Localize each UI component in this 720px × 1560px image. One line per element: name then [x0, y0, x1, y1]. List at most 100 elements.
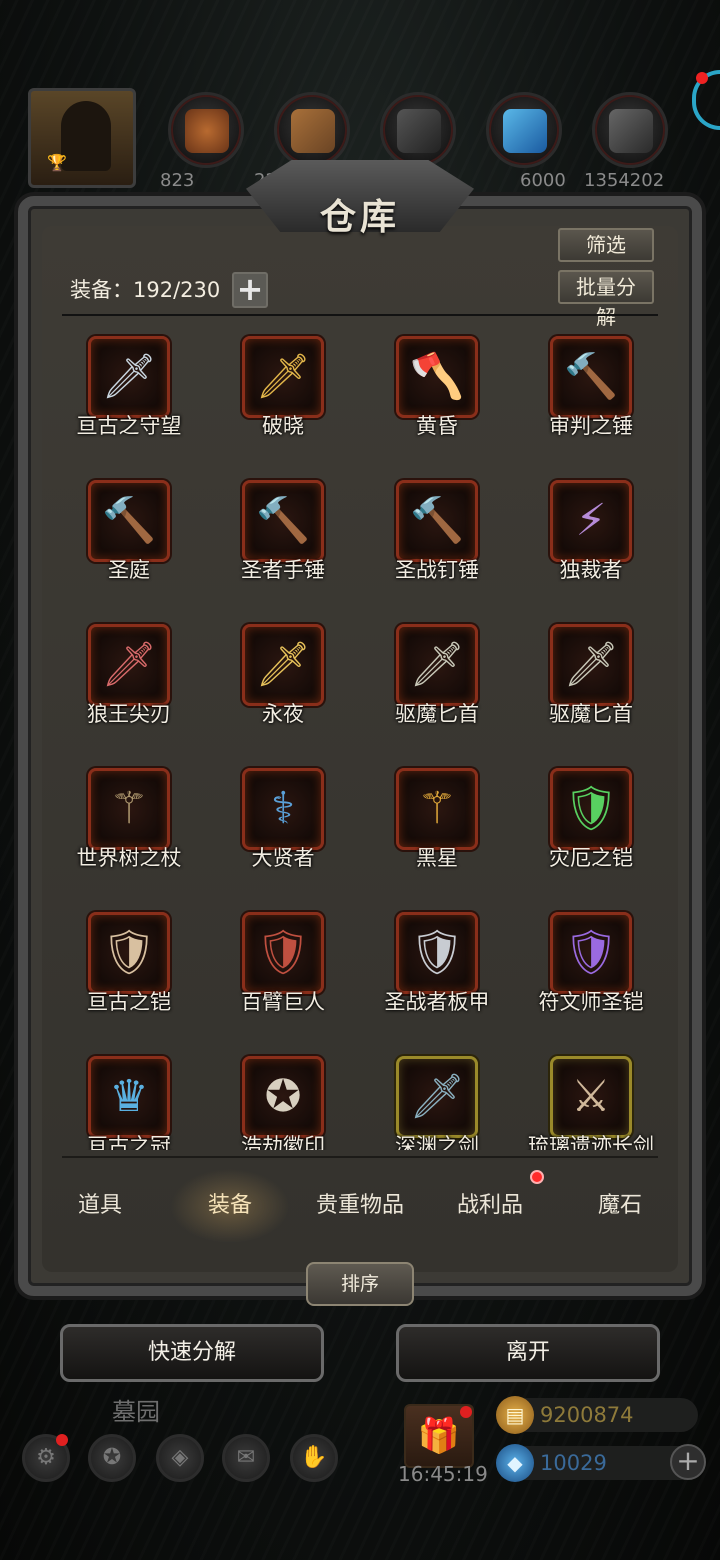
hammer-icon: 🔨	[563, 351, 619, 402]
equipment-item[interactable]: 🗡 驱魔匕首	[514, 618, 668, 762]
tab-4[interactable]: 魔石	[556, 1166, 684, 1246]
handshake-icon[interactable]: ✋	[290, 1434, 338, 1482]
item-name: 亘古之冠	[87, 1134, 171, 1150]
equipment-item[interactable]: 🛡 符文师圣铠	[514, 906, 668, 1050]
item-slot: ✪	[242, 1056, 324, 1138]
notification-dot	[56, 1434, 68, 1446]
equipment-item[interactable]: 🔨 圣庭	[52, 474, 206, 618]
wood-icon	[291, 109, 335, 153]
item-name: 黑星	[416, 846, 458, 870]
item-name: 百臂巨人	[241, 990, 325, 1014]
hammer-icon: 🔨	[101, 495, 157, 546]
sort-button[interactable]: 排序	[306, 1262, 414, 1306]
dagger-icon: 🗡	[255, 639, 311, 690]
equipment-item[interactable]: 🔨 圣者手锤	[206, 474, 360, 618]
equipment-item[interactable]: 🔨 审判之锤	[514, 330, 668, 474]
equipment-item[interactable]: ⚚ 世界树之杖	[52, 762, 206, 906]
equipment-item[interactable]: 🛡 灾厄之铠	[514, 762, 668, 906]
filter-button[interactable]: 筛选	[558, 228, 654, 262]
item-slot: 🛡	[550, 912, 632, 994]
tab-0[interactable]: 道具	[36, 1166, 164, 1246]
item-slot: ⚡	[550, 480, 632, 562]
armor-icon: 🛡	[255, 927, 311, 978]
equipment-item[interactable]: 🗡 驱魔匕首	[360, 618, 514, 762]
item-name: 圣战者板甲	[384, 990, 490, 1014]
gem-amount: 10029	[540, 1451, 607, 1475]
equipment-item[interactable]: ✪ 浩劫徽印	[206, 1050, 360, 1150]
item-name: 圣者手锤	[241, 558, 325, 582]
resource-orb-wood[interactable]	[274, 92, 350, 168]
item-slot: 🔨	[242, 480, 324, 562]
equipment-item[interactable]: ♛ 亘古之冠	[52, 1050, 206, 1150]
item-name: 审判之锤	[549, 414, 633, 438]
equipment-item[interactable]: 🗡 永夜	[206, 618, 360, 762]
category-tabs: 道具 装备 贵重物品 战利品 魔石	[36, 1166, 684, 1246]
equipment-item[interactable]: 🛡 百臂巨人	[206, 906, 360, 1050]
item-slot: ⚚	[88, 768, 170, 850]
iron-icon	[397, 109, 441, 153]
staff-icon: ⚚	[109, 783, 149, 834]
gold-coin-icon: ▤	[496, 1396, 534, 1434]
resource-orb-stone[interactable]	[592, 92, 668, 168]
badge-icon[interactable]: ✪	[88, 1434, 136, 1482]
equipment-item[interactable]: 🗡 狼王尖刃	[52, 618, 206, 762]
equipment-item[interactable]: ⚡ 独裁者	[514, 474, 668, 618]
meat-icon	[185, 109, 229, 153]
hammer-icon: 🔨	[409, 495, 465, 546]
item-slot: 🗡	[550, 624, 632, 706]
sword-icon: ⚔	[571, 1071, 611, 1122]
rune-icon[interactable]: ◈	[156, 1434, 204, 1482]
trophy-icon: 🏆	[47, 153, 67, 172]
equipment-item[interactable]: 🗡 破晓	[206, 330, 360, 474]
item-slot: ⚔	[550, 1056, 632, 1138]
equipment-item[interactable]: 🛡 亘古之铠	[52, 906, 206, 1050]
equipment-item[interactable]: 🛡 圣战者板甲	[360, 906, 514, 1050]
item-name: 驱魔匕首	[549, 702, 633, 726]
add-currency-button[interactable]: +	[670, 1444, 706, 1480]
item-slot: 🪓	[396, 336, 478, 418]
item-name: 驱魔匕首	[395, 702, 479, 726]
scepter-icon: ⚚	[417, 783, 457, 834]
item-slot: 🔨	[396, 480, 478, 562]
bulk-decompose-button[interactable]: 批量分解	[558, 270, 654, 329]
leave-button[interactable]: 离开	[396, 1324, 660, 1382]
divider	[62, 1156, 658, 1158]
item-slot: 🛡	[242, 912, 324, 994]
item-name: 亘古之铠	[87, 990, 171, 1014]
item-name: 独裁者	[559, 558, 623, 582]
item-name: 圣庭	[108, 558, 150, 582]
staff-icon: ⚕	[271, 783, 295, 834]
equipment-item[interactable]: ⚔ 琉璃遗迹长剑	[514, 1050, 668, 1150]
resource-orb-meat[interactable]	[168, 92, 244, 168]
gem-icon: ◆	[496, 1444, 534, 1482]
equipment-item[interactable]: ⚕ 大贤者	[206, 762, 360, 906]
equipment-item[interactable]: 🔨 圣战钉锤	[360, 474, 514, 618]
equipment-item[interactable]: ⚚ 黑星	[360, 762, 514, 906]
item-slot: 🗡	[242, 336, 324, 418]
item-slot: 🗡	[396, 624, 478, 706]
tab-2[interactable]: 贵重物品	[296, 1166, 424, 1246]
expand-capacity-button[interactable]: +	[232, 272, 268, 308]
item-slot: 🛡	[88, 912, 170, 994]
item-slot: 🔨	[550, 336, 632, 418]
armor-icon: 🛡	[563, 927, 619, 978]
mace-icon: 🔨	[255, 495, 311, 546]
resource-orb-crystal[interactable]	[486, 92, 562, 168]
crystal-icon	[503, 109, 547, 153]
dagger-icon: 🗡	[101, 639, 157, 690]
resource-orb-iron[interactable]	[380, 92, 456, 168]
equipment-item[interactable]: 🗡 深渊之剑	[360, 1050, 514, 1150]
quick-decompose-button[interactable]: 快速分解	[60, 1324, 324, 1382]
clock-time: 16:45:19	[398, 1462, 488, 1486]
item-name: 符文师圣铠	[538, 990, 644, 1014]
hero-avatar[interactable]: 🏆	[28, 88, 136, 188]
equipment-grid: 🗡 亘古之守望 🗡 破晓 🪓 黄昏 🔨 审判之锤 🔨 圣庭 🔨 圣者手锤 🔨 圣战钉锤 ⚡ 独裁者 🗡 狼王尖刃 🗡…	[52, 330, 668, 1150]
stone-icon	[609, 109, 653, 153]
axe-icon: 🪓	[409, 351, 465, 402]
item-slot: ⚕	[242, 768, 324, 850]
tab-1[interactable]: 装备	[166, 1166, 294, 1246]
mail-icon[interactable]: ✉	[222, 1434, 270, 1482]
hooded-figure-icon	[61, 101, 111, 171]
equipment-item[interactable]: 🗡 亘古之守望	[52, 330, 206, 474]
equipment-item[interactable]: 🪓 黄昏	[360, 330, 514, 474]
